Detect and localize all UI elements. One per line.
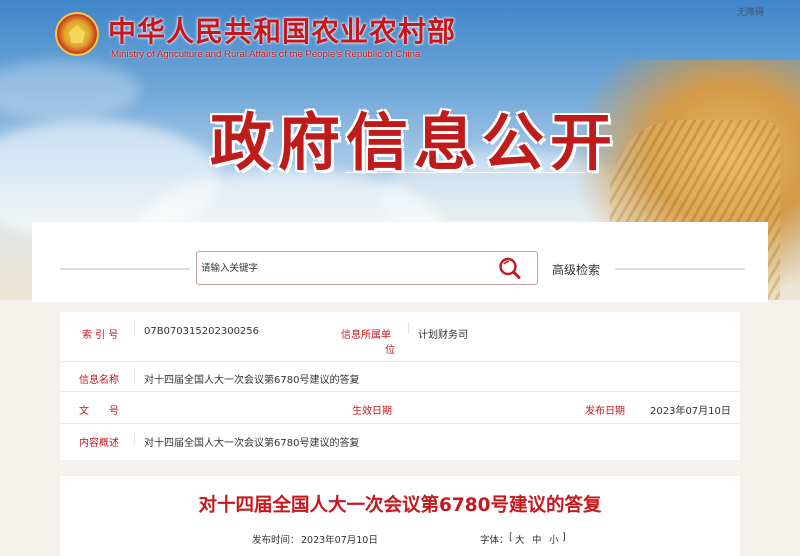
font-large-button[interactable]: 大 bbox=[515, 532, 525, 546]
info-row-name: 信息名称 对十四届全国人大一次会议第6780号建议的答复 bbox=[60, 362, 740, 392]
font-size-bracket-open: [ bbox=[509, 532, 513, 543]
divider bbox=[60, 268, 190, 270]
divider bbox=[615, 268, 745, 270]
font-size-label: 字体： bbox=[480, 535, 509, 546]
search-icon[interactable] bbox=[497, 256, 523, 280]
agency-label-cont: 位 bbox=[385, 345, 395, 356]
info-row-index: 索 引 号 07B070315202300256 信息所属单 位 计划财务司 bbox=[60, 312, 740, 362]
summary-value: 对十四届全国人大一次会议第6780号建议的答复 bbox=[144, 438, 360, 449]
name-value: 对十四届全国人大一次会议第6780号建议的答复 bbox=[144, 375, 360, 386]
index-value: 07B070315202300256 bbox=[144, 326, 260, 337]
ministry-name-cn[interactable]: 中华人民共和国农业农村部 bbox=[108, 10, 456, 50]
banner-underline bbox=[345, 172, 585, 173]
summary-label: 内容概述 bbox=[79, 438, 119, 449]
info-table: 索 引 号 07B070315202300256 信息所属单 位 计划财务司 信… bbox=[60, 312, 740, 460]
info-row-docno: 文 号 生效日期 发布日期 2023年07月10日 bbox=[60, 392, 740, 424]
agency-label: 信息所属单 bbox=[341, 330, 391, 341]
national-emblem-icon[interactable] bbox=[55, 12, 99, 56]
font-medium-button[interactable]: 中 bbox=[532, 532, 542, 546]
docno-label: 文 号 bbox=[79, 406, 119, 417]
publish-time-label: 发布时间： bbox=[252, 535, 300, 546]
accessibility-link[interactable]: 无障碍 bbox=[737, 5, 764, 18]
search-input[interactable] bbox=[201, 256, 481, 280]
index-label: 索 引 号 bbox=[82, 330, 119, 341]
font-small-button[interactable]: 小 bbox=[549, 532, 559, 546]
banner-title: 政府信息公开 bbox=[210, 106, 619, 179]
ministry-name-en: Ministry of Agriculture and Rural Affair… bbox=[111, 49, 421, 60]
name-label: 信息名称 bbox=[79, 375, 119, 386]
publish-date-value: 2023年07月10日 bbox=[650, 406, 731, 417]
effective-date-label: 生效日期 bbox=[352, 406, 392, 417]
advanced-search-link[interactable]: 高级检索 bbox=[552, 261, 600, 278]
font-size-bracket-close: ] bbox=[562, 532, 566, 543]
search-box bbox=[196, 251, 538, 285]
agency-value: 计划财务司 bbox=[418, 330, 468, 341]
info-row-summary: 内容概述 对十四届全国人大一次会议第6780号建议的答复 bbox=[60, 424, 740, 460]
publish-date-label: 发布日期 bbox=[585, 406, 625, 417]
article: 对十四届全国人大一次会议第6780号建议的答复 发布时间： 2023年07月10… bbox=[60, 476, 740, 556]
publish-time-value: 2023年07月10日 bbox=[301, 535, 378, 546]
article-title: 对十四届全国人大一次会议第6780号建议的答复 bbox=[198, 495, 602, 516]
